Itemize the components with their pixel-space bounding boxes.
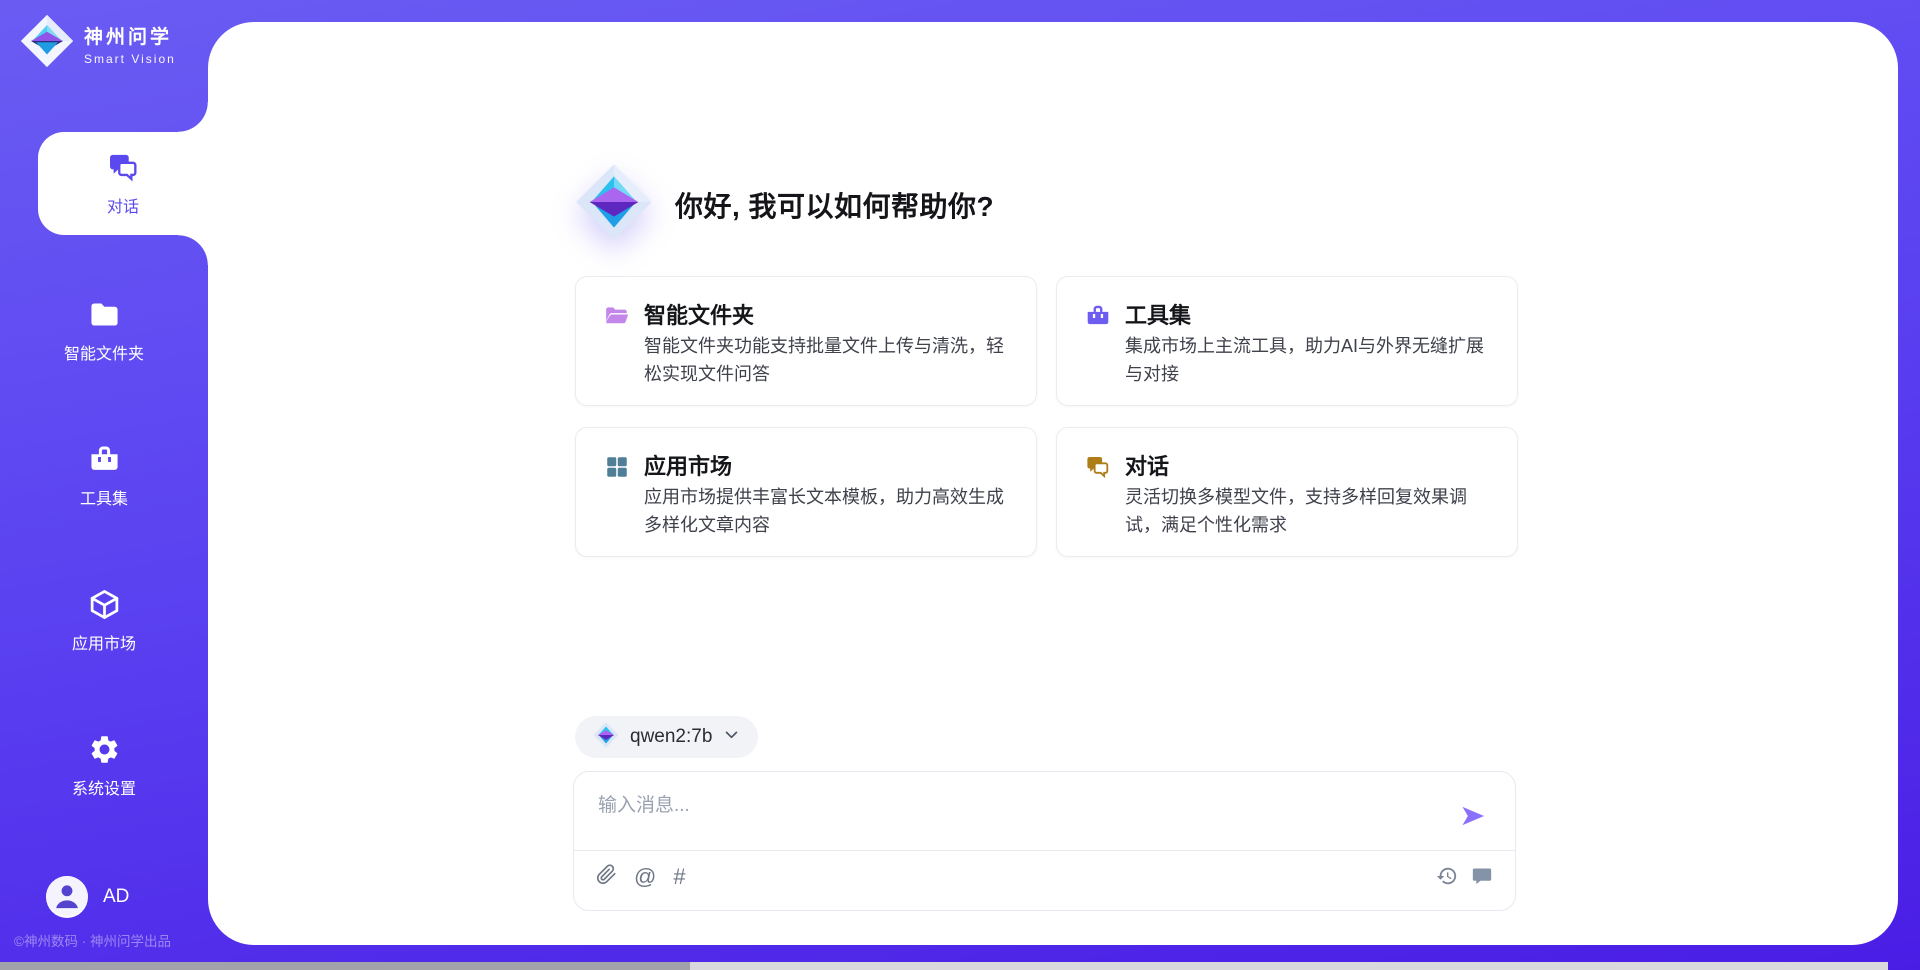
- sidebar-item-label: 系统设置: [72, 775, 136, 799]
- user-avatar-icon: [46, 876, 88, 918]
- message-input[interactable]: [598, 790, 1451, 842]
- model-name: qwen2:7b: [630, 726, 712, 748]
- cube-icon: [88, 588, 121, 621]
- card-description: 灵活切换多模型文件，支持多样回复效果调试，满足个性化需求: [1125, 483, 1497, 539]
- card-description: 智能文件夹功能支持批量文件上传与清洗，轻松实现文件问答: [644, 332, 1016, 388]
- hash-icon[interactable]: #: [673, 866, 685, 888]
- folder-open-icon: [604, 303, 630, 329]
- copyright-text: ©神州数码 · 神州问学出品: [14, 930, 171, 950]
- gear-icon: [88, 733, 121, 766]
- card-chat[interactable]: 对话 灵活切换多模型文件，支持多样回复效果调试，满足个性化需求: [1056, 427, 1518, 557]
- card-title: 对话: [1125, 449, 1169, 481]
- card-title: 应用市场: [644, 449, 732, 481]
- sidebar-item-settings[interactable]: 系统设置: [0, 714, 208, 817]
- sidebar-item-label: 应用市场: [72, 630, 136, 654]
- sidebar-item-label: 智能文件夹: [64, 340, 144, 364]
- diamond-logo-icon: [575, 163, 653, 246]
- scrollbar-thumb[interactable]: [0, 962, 690, 970]
- diamond-logo-icon: [593, 722, 619, 753]
- diamond-logo-icon: [20, 14, 74, 73]
- card-title: 工具集: [1125, 298, 1191, 330]
- sidebar-item-label: 对话: [107, 193, 139, 217]
- feature-cards: 智能文件夹 智能文件夹功能支持批量文件上传与清洗，轻松实现文件问答 工具集 集成…: [575, 276, 1518, 557]
- sidebar-item-label: 工具集: [80, 485, 128, 509]
- sidebar-item-chat[interactable]: 对话: [38, 132, 208, 235]
- sidebar-item-toolset[interactable]: 工具集: [0, 424, 208, 527]
- card-app-market[interactable]: 应用市场 应用市场提供丰富长文本模板，助力高效生成多样化文章内容: [575, 427, 1037, 557]
- folder-icon: [88, 298, 121, 331]
- sidebar-item-smart-folder[interactable]: 智能文件夹: [0, 279, 208, 382]
- send-icon[interactable]: [1459, 802, 1487, 830]
- at-icon[interactable]: @: [634, 866, 656, 888]
- chat-bubbles-icon: [107, 151, 140, 184]
- greeting: 你好, 我可以如何帮助你?: [575, 163, 994, 246]
- card-smart-folder[interactable]: 智能文件夹 智能文件夹功能支持批量文件上传与清洗，轻松实现文件问答: [575, 276, 1037, 406]
- briefcase-icon: [88, 443, 121, 476]
- card-description: 应用市场提供丰富长文本模板，助力高效生成多样化文章内容: [644, 483, 1016, 539]
- brand-subtitle: Smart Vision: [84, 52, 176, 66]
- message-composer: @ #: [573, 771, 1516, 911]
- chat-bubbles-icon: [1085, 454, 1111, 480]
- card-toolset[interactable]: 工具集 集成市场上主流工具，助力AI与外界无缝扩展与对接: [1056, 276, 1518, 406]
- sidebar-item-app-market[interactable]: 应用市场: [0, 569, 208, 672]
- composer-divider: [574, 850, 1515, 851]
- history-icon[interactable]: [1436, 865, 1458, 892]
- briefcase-icon: [1085, 303, 1111, 329]
- brand: 神州问学 Smart Vision: [20, 14, 176, 73]
- user-profile[interactable]: AD: [46, 876, 129, 918]
- chevron-down-icon: [723, 726, 740, 748]
- avatar[interactable]: [46, 876, 88, 918]
- model-selector[interactable]: qwen2:7b: [575, 716, 758, 758]
- paperclip-icon[interactable]: [596, 864, 617, 890]
- message-icon[interactable]: [1471, 865, 1493, 892]
- user-initials: AD: [103, 886, 129, 908]
- card-title: 智能文件夹: [644, 298, 754, 330]
- sidebar: 神州问学 Smart Vision 对话 智能文件夹 工具集: [0, 0, 208, 970]
- main-panel: 你好, 我可以如何帮助你? 智能文件夹 智能文件夹功能支持批量文件上传与清洗，轻…: [208, 22, 1898, 945]
- app-grid-icon: [604, 454, 630, 480]
- horizontal-scrollbar[interactable]: [0, 962, 1888, 970]
- greeting-text: 你好, 我可以如何帮助你?: [675, 185, 994, 225]
- brand-name: 神州问学: [84, 22, 176, 49]
- card-description: 集成市场上主流工具，助力AI与外界无缝扩展与对接: [1125, 332, 1497, 388]
